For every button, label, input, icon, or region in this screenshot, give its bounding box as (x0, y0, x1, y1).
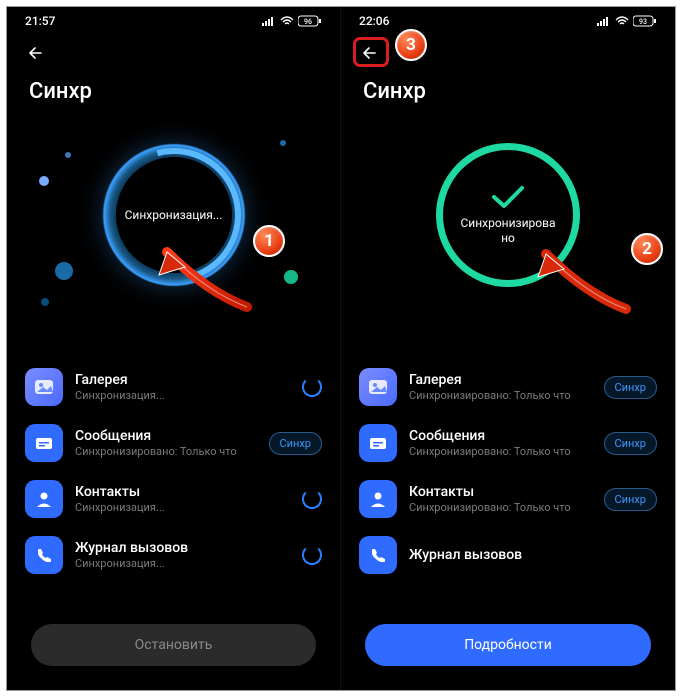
sync-now-chip[interactable]: Синхр (604, 376, 658, 399)
list-item[interactable]: Сообщения Синхронизировано: Только что С… (21, 415, 326, 471)
wifi-icon (280, 16, 294, 26)
battery-icon: 93 (633, 15, 657, 27)
item-subtitle: Синхронизация... (75, 557, 290, 571)
signal-icon (597, 16, 611, 26)
item-subtitle: Синхронизация... (75, 389, 290, 403)
status-icons: 93 (597, 15, 657, 27)
page-title: Синхр (7, 71, 340, 110)
list-item[interactable]: Сообщения Синхронизировано: Только что С… (355, 415, 661, 471)
svg-text:93: 93 (639, 18, 647, 26)
button-label: Остановить (135, 637, 213, 653)
sync-complete-ring: Синхронизирова но (436, 143, 580, 287)
arrow-left-icon (27, 45, 47, 61)
sync-now-chip[interactable]: Синхр (604, 432, 658, 455)
item-title: Галерея (75, 372, 290, 388)
messages-icon (25, 424, 63, 462)
gallery-icon (359, 368, 397, 406)
item-subtitle: Синхронизировано: Только что (409, 445, 592, 459)
status-time: 22:06 (359, 14, 389, 28)
signal-icon (262, 16, 276, 26)
item-title: Галерея (409, 372, 592, 388)
call-log-icon (359, 536, 397, 574)
phone-screen-syncing: 21:57 96 Синхр Синхронизация... (7, 7, 341, 690)
button-label: Подробности (464, 637, 552, 653)
sync-now-chip[interactable]: Синхр (604, 488, 658, 511)
contacts-icon (25, 480, 63, 518)
item-subtitle: Синхронизировано: Только что (409, 389, 592, 403)
arrow-left-icon (361, 45, 381, 61)
phone-screen-synced: 22:06 93 Синхр Синхронизирова но (341, 7, 675, 690)
battery-icon: 96 (298, 15, 322, 27)
sync-now-chip[interactable]: Синхр (269, 432, 323, 455)
sync-status-label: Синхронизация... (111, 208, 237, 223)
item-subtitle: Синхронизировано: Только что (409, 501, 592, 515)
list-item[interactable]: Контакты Синхронизировано: Только что Си… (355, 471, 661, 527)
loading-spinner-icon (302, 377, 322, 397)
stop-button[interactable]: Остановить (31, 624, 316, 666)
sync-hero: Синхронизирова но (341, 110, 675, 320)
list-item[interactable]: Галерея Синхронизировано: Только что Син… (355, 359, 661, 415)
status-bar: 22:06 93 (341, 7, 675, 35)
item-title: Сообщения (409, 428, 592, 444)
sync-progress-ring: Синхронизация... (102, 143, 246, 287)
item-subtitle: Синхронизировано: Только что (75, 445, 257, 459)
loading-spinner-icon (302, 489, 322, 509)
status-time: 21:57 (25, 14, 55, 28)
checkmark-icon (490, 184, 526, 210)
contacts-icon (359, 480, 397, 518)
call-log-icon (25, 536, 63, 574)
item-title: Контакты (409, 484, 592, 500)
item-title: Журнал вызовов (75, 540, 290, 556)
status-icons: 96 (262, 15, 322, 27)
details-button[interactable]: Подробности (365, 624, 651, 666)
list-item[interactable]: Контакты Синхронизация... (21, 471, 326, 527)
item-title: Журнал вызовов (409, 547, 645, 563)
loading-spinner-icon (302, 545, 322, 565)
back-button[interactable] (355, 39, 387, 67)
wifi-icon (615, 16, 629, 26)
status-bar: 21:57 96 (7, 7, 340, 35)
sync-hero: Синхронизация... (7, 110, 340, 320)
messages-icon (359, 424, 397, 462)
item-subtitle: Синхронизация... (75, 501, 290, 515)
list-item[interactable]: Журнал вызовов Синхронизация... (21, 527, 326, 583)
sync-status-label: Синхронизирова но (446, 216, 569, 246)
list-item[interactable]: Журнал вызовов (355, 527, 661, 583)
svg-text:96: 96 (304, 18, 312, 26)
back-button[interactable] (21, 39, 53, 67)
list-item[interactable]: Галерея Синхронизация... (21, 359, 326, 415)
item-title: Сообщения (75, 428, 257, 444)
item-title: Контакты (75, 484, 290, 500)
gallery-icon (25, 368, 63, 406)
sync-items-list: Галерея Синхронизация... Сообщения Синхр… (7, 359, 340, 618)
page-title: Синхр (341, 71, 675, 110)
sync-items-list: Галерея Синхронизировано: Только что Син… (341, 359, 675, 618)
